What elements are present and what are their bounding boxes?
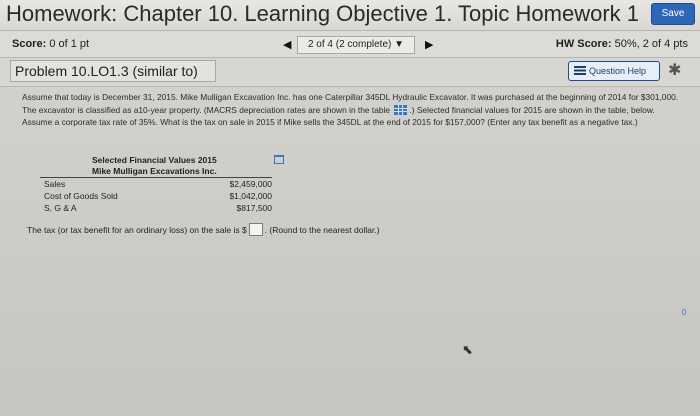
question-content: Assume that today is December 31, 2015. … [0, 87, 700, 416]
answer-input[interactable] [248, 223, 263, 236]
score: Score: 0 of 1 pt [12, 38, 89, 50]
answer-suffix: . (Round to the nearest dollar.) [264, 225, 380, 235]
previous-question-icon[interactable]: ◀ [283, 38, 291, 51]
side-marker: 0 [682, 308, 687, 317]
answer-line: The tax (or tax benefit for an ordinary … [27, 223, 380, 236]
financials-row-value: $817,500 [236, 203, 272, 213]
question-selector[interactable]: 2 of 4 (2 complete) ▼ [297, 36, 415, 54]
problem-bar: Problem 10.LO1.3 (similar to) Question H… [0, 58, 700, 87]
problem-title: Problem 10.LO1.3 (similar to) [10, 60, 216, 82]
financials-title-line1: Selected Financial Values 2015 [92, 155, 217, 165]
mouse-cursor-icon: ⬉ [462, 342, 473, 357]
financials-title: Selected Financial Values 2015 Mike Mull… [92, 155, 217, 176]
financials-row-label: Cost of Goods Sold [44, 191, 118, 201]
hw-score-label: HW Score: [555, 38, 612, 50]
question-help-button[interactable]: Question Help [568, 61, 660, 81]
financials-row: Cost of Goods Sold $1,042,000 [44, 191, 272, 202]
gear-icon[interactable]: ✱ [668, 60, 681, 80]
financials-title-line2: Mike Mulligan Excavations Inc. [92, 165, 217, 176]
financials-row: S, G & A $817,500 [44, 203, 272, 214]
list-icon [574, 66, 586, 75]
next-question-icon[interactable]: ▶ [425, 38, 433, 51]
score-value: 0 of 1 pt [49, 38, 90, 50]
financials-row-value: $1,042,000 [229, 191, 272, 201]
title-bar: Homework: Chapter 10. Learning Objective… [0, 0, 700, 31]
question-help-label: Question Help [589, 66, 647, 76]
financials-divider [40, 177, 272, 178]
financials-row-value: $2,459,000 [229, 179, 272, 189]
page-title: Homework: Chapter 10. Learning Objective… [6, 1, 640, 26]
financials-row: Sales $2,459,000 [44, 179, 272, 190]
answer-prefix: The tax (or tax benefit for an ordinary … [27, 225, 247, 235]
save-button[interactable]: Save [651, 3, 695, 25]
table-icon[interactable] [394, 104, 408, 115]
question-text: Assume that today is December 31, 2015. … [22, 91, 682, 129]
score-bar: Score: 0 of 1 pt ◀ 2 of 4 (2 complete) ▼… [0, 31, 700, 58]
export-data-icon[interactable] [274, 155, 284, 164]
hw-score-value: 50%, 2 of 4 pts [614, 38, 688, 50]
score-label: Score: [12, 38, 47, 50]
financials-row-label: Sales [44, 179, 66, 189]
hw-score: HW Score: 50%, 2 of 4 pts [556, 38, 688, 50]
financials-row-label: S, G & A [44, 203, 77, 213]
